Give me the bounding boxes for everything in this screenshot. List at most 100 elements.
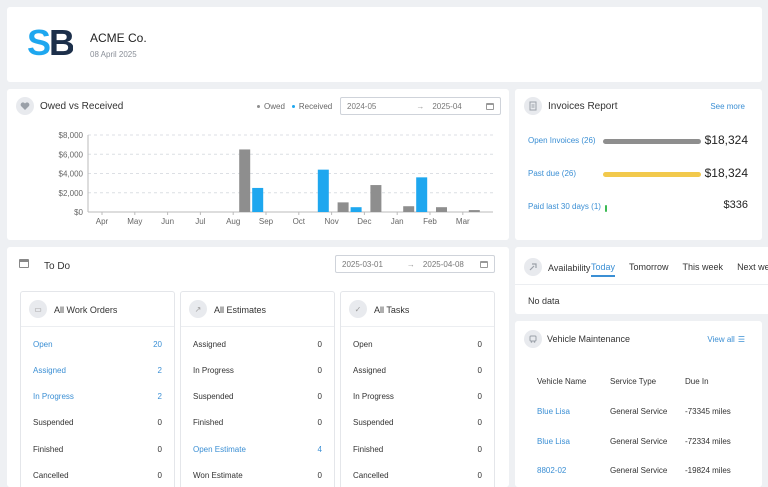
heart-icon: [16, 97, 34, 115]
todo-row-value: 0: [317, 471, 322, 480]
owed-date-range[interactable]: 2024-05 → 2025-04: [340, 97, 501, 115]
vehicle-table-cell: -73345 miles: [685, 407, 731, 416]
trend-icon: ↗: [189, 300, 207, 318]
bar-owed: [337, 202, 349, 212]
todo-row: In Progress 0: [353, 390, 482, 404]
todo-date-range[interactable]: 2025-03-01 → 2025-04-08: [335, 255, 495, 273]
todo-row[interactable]: Open Estimate 4: [193, 442, 322, 456]
vehicle-name-link[interactable]: Blue Lisa: [537, 437, 570, 446]
bar-owed: [468, 210, 480, 212]
availability-tab[interactable]: Next week: [737, 262, 768, 277]
invoices-title: Invoices Report: [548, 101, 618, 112]
y-tick-label: $6,000: [59, 150, 84, 159]
x-tick-label: Nov: [324, 217, 338, 226]
availability-card: Availability Today Tomorrow This week Next …: [515, 247, 768, 314]
vehicle-table-cell: General Service: [610, 407, 668, 416]
date-to: 2025-04: [432, 101, 462, 111]
check-circle-icon: ✓: [349, 300, 367, 318]
todo-row-value: 0: [317, 339, 322, 349]
owed-received-chart: $0 $2,000 $4,000 $6,000 $8,000 Apr May Jun Jul Au…: [59, 131, 493, 226]
vehicle-name-link[interactable]: Blue Lisa: [537, 407, 570, 416]
todo-row[interactable]: Open 20: [33, 337, 162, 351]
bar-received: [416, 177, 428, 212]
view-all-link[interactable]: View all ☰: [707, 335, 745, 344]
todo-row-label: In Progress: [353, 392, 394, 402]
todo-row: Assigned 0: [193, 337, 322, 351]
todo-row-value: 0: [317, 418, 322, 428]
availability-empty: No data: [528, 296, 560, 306]
x-tick-label: Feb: [423, 217, 437, 226]
y-tick-label: $0: [74, 208, 83, 217]
x-tick-label: Sep: [259, 217, 274, 226]
owed-vs-received-card: Owed vs Received Owed Received 2024-05 →…: [7, 89, 509, 240]
todo-row: Won Estimate 0: [193, 469, 322, 483]
todo-row[interactable]: In Progress 2: [33, 390, 162, 404]
see-more-link[interactable]: See more: [710, 102, 745, 111]
briefcase-icon: ▭: [29, 300, 47, 318]
todo-range-arrow: →: [406, 259, 415, 269]
invoice-bar: [603, 139, 701, 144]
x-tick-label: Jan: [391, 217, 404, 226]
invoice-amount: $18,324: [704, 166, 748, 180]
vehicle-table-header: Vehicle Name: [537, 377, 587, 386]
chart-legend: Owed Received: [257, 102, 332, 111]
todo-title: To Do: [44, 261, 71, 272]
x-tick-label: Jun: [161, 217, 174, 226]
bar-owed: [436, 207, 447, 212]
x-tick-label: Jul: [195, 217, 205, 226]
todo-row-value: 0: [317, 392, 322, 402]
y-tick-label: $4,000: [59, 170, 84, 179]
todo-row: Finished 0: [193, 416, 322, 430]
todo-row-value: 0: [477, 418, 482, 428]
bar-received: [317, 169, 329, 212]
vehicle-name-link[interactable]: 8802-02: [537, 466, 566, 475]
todo-row-value: 0: [477, 365, 482, 375]
todo-row-label: Suspended: [33, 418, 74, 428]
todo-row-value: 0: [157, 444, 162, 454]
todo-row-label: Finished: [353, 444, 384, 454]
bar-received: [252, 187, 264, 212]
invoice-row-label[interactable]: Paid last 30 days (1): [528, 202, 601, 211]
todo-row-value: 0: [157, 418, 162, 428]
bar-owed: [370, 185, 382, 212]
invoice-row-label[interactable]: Past due (26): [528, 169, 576, 178]
todo-row: Suspended 0: [193, 390, 322, 404]
company-date: 08 April 2025: [90, 50, 137, 59]
todo-row-label: In Progress: [193, 365, 234, 375]
todo-panel: ↗ All Estimates Assigned 0 In Progress 0 Suspe…: [180, 291, 335, 487]
vehicle-table-cell: -19824 miles: [685, 466, 731, 475]
calendar-icon: [486, 102, 494, 110]
x-tick-label: Aug: [226, 217, 240, 226]
view-all-label: View all: [707, 335, 735, 344]
invoice-row-label[interactable]: Open Invoices (26): [528, 136, 596, 145]
availability-tab[interactable]: This week: [683, 262, 724, 277]
todo-row: Open 0: [353, 337, 482, 351]
invoice-amount: $18,324: [704, 133, 748, 147]
todo-row-label: Finished: [33, 444, 64, 454]
availability-tab[interactable]: Today: [591, 262, 616, 277]
invoice-icon: [524, 97, 542, 115]
availability-tabs: Today Tomorrow This week Next week: [591, 262, 768, 277]
x-tick-label: Oct: [293, 217, 306, 226]
vehicle-icon: [524, 330, 542, 348]
bar-owed: [239, 149, 251, 212]
todo-row-label: Won Estimate: [193, 471, 243, 480]
vehicle-table-cell: General Service: [610, 436, 668, 446]
todo-row: Cancelled 0: [353, 469, 482, 483]
vehicle-table-header: Due In: [685, 377, 709, 386]
todo-row: Finished 0: [353, 442, 482, 456]
todo-row[interactable]: Assigned 2: [33, 363, 162, 377]
availability-divider: [515, 284, 768, 285]
invoice-bar: [605, 205, 607, 212]
bar-received: [350, 207, 362, 212]
calendar-icon: [480, 260, 488, 268]
todo-card: To Do 2025-03-01 → 2025-04-08 ▭ All Work …: [7, 247, 509, 487]
todo-row-value: 2: [157, 365, 162, 375]
todo-row-label: Open Estimate: [193, 444, 246, 454]
vehicle-table-cell: -72334 miles: [685, 436, 731, 446]
todo-row-value: 0: [477, 471, 482, 480]
todo-row-value: 0: [157, 471, 162, 480]
todo-row: Suspended 0: [33, 416, 162, 430]
availability-tab[interactable]: Tomorrow: [629, 262, 669, 277]
vehicle-maintenance-card: Vehicle Maintenance View all ☰ Vehicle N…: [515, 321, 762, 487]
